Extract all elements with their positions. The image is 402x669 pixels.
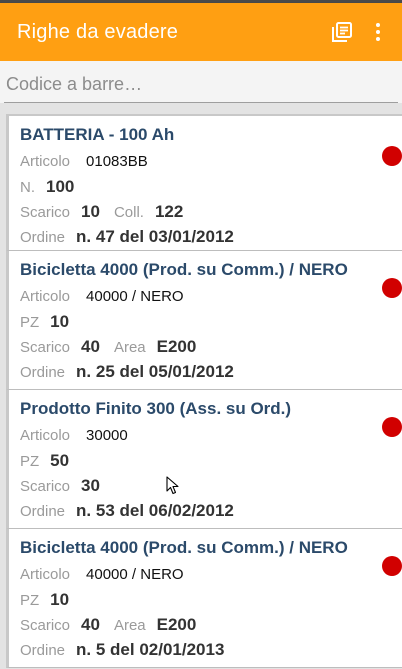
more-vert-icon[interactable] — [360, 12, 396, 52]
scarico-value: 40 — [81, 337, 100, 356]
list-icon[interactable] — [324, 12, 360, 52]
item-title: BATTERIA - 100 Ah — [20, 125, 175, 144]
extra-value: E200 — [156, 615, 197, 634]
extra-value: 122 — [154, 202, 184, 221]
extra-label: Area — [113, 617, 146, 634]
articolo-label: Articolo — [20, 153, 71, 170]
scarico-label: Scarico — [20, 478, 71, 495]
qty-label: PZ — [20, 453, 40, 470]
ordine-value: n. 25 del 05/01/2012 — [76, 362, 234, 381]
barcode-input[interactable] — [4, 69, 398, 103]
qty-label: PZ — [20, 314, 40, 331]
app-bar: Righe da evadere — [0, 3, 402, 61]
extra-label: Coll. — [113, 204, 144, 221]
articolo-value: 01083BB — [86, 153, 148, 170]
ordine-label: Ordine — [20, 364, 66, 381]
extra-label: Area — [113, 339, 146, 356]
list-item[interactable]: Bicicletta 4000 (Prod. su Comm.) / NERO … — [6, 251, 402, 390]
status-dot-icon — [382, 278, 402, 298]
ordine-label: Ordine — [20, 503, 66, 520]
articolo-value: 40000 / NERO — [86, 566, 184, 583]
extra-value: E200 — [156, 337, 197, 356]
articolo-value: 40000 / NERO — [86, 288, 184, 305]
list-item[interactable]: Bicicletta 4000 (Prod. su Comm.) / NERO … — [6, 529, 402, 668]
list-item[interactable]: Prodotto Finito 300 (Ass. su Ord.) Artic… — [6, 390, 402, 529]
order-lines-list[interactable]: BATTERIA - 100 Ah Articolo 01083BB N. 100 … — [0, 114, 402, 668]
list-item[interactable]: BATTERIA - 100 Ah Articolo 01083BB N. 100 … — [6, 114, 402, 251]
ordine-label: Ordine — [20, 642, 66, 659]
ordine-value: n. 47 del 03/01/2012 — [76, 227, 234, 246]
status-dot-icon — [382, 556, 402, 576]
ordine-label: Ordine — [20, 229, 66, 246]
articolo-label: Articolo — [20, 427, 71, 444]
page-title: Righe da evadere — [17, 20, 179, 43]
scarico-label: Scarico — [20, 339, 71, 356]
status-dot-icon — [382, 417, 402, 437]
qty-value: 10 — [50, 590, 70, 609]
articolo-value: 30000 — [86, 427, 128, 444]
qty-value: 50 — [50, 451, 70, 470]
scarico-value: 10 — [81, 202, 100, 221]
scarico-value: 40 — [81, 615, 100, 634]
status-dot-icon — [382, 146, 402, 166]
qty-value: 100 — [46, 177, 75, 196]
ordine-value: n. 53 del 06/02/2012 — [76, 501, 234, 520]
ordine-value: n. 5 del 02/01/2013 — [76, 640, 225, 659]
item-title: Bicicletta 4000 (Prod. su Comm.) / NERO — [20, 538, 348, 557]
qty-label: N. — [20, 179, 35, 196]
item-title: Bicicletta 4000 (Prod. su Comm.) / NERO — [20, 260, 348, 279]
articolo-label: Articolo — [20, 566, 71, 583]
mouse-cursor-icon — [166, 476, 179, 495]
qty-label: PZ — [20, 592, 40, 609]
scarico-label: Scarico — [20, 617, 71, 634]
qty-value: 10 — [50, 312, 70, 331]
articolo-label: Articolo — [20, 288, 71, 305]
search-bar — [0, 61, 402, 103]
item-title: Prodotto Finito 300 (Ass. su Ord.) — [20, 399, 292, 418]
scarico-value: 30 — [81, 476, 100, 495]
scarico-label: Scarico — [20, 204, 71, 221]
